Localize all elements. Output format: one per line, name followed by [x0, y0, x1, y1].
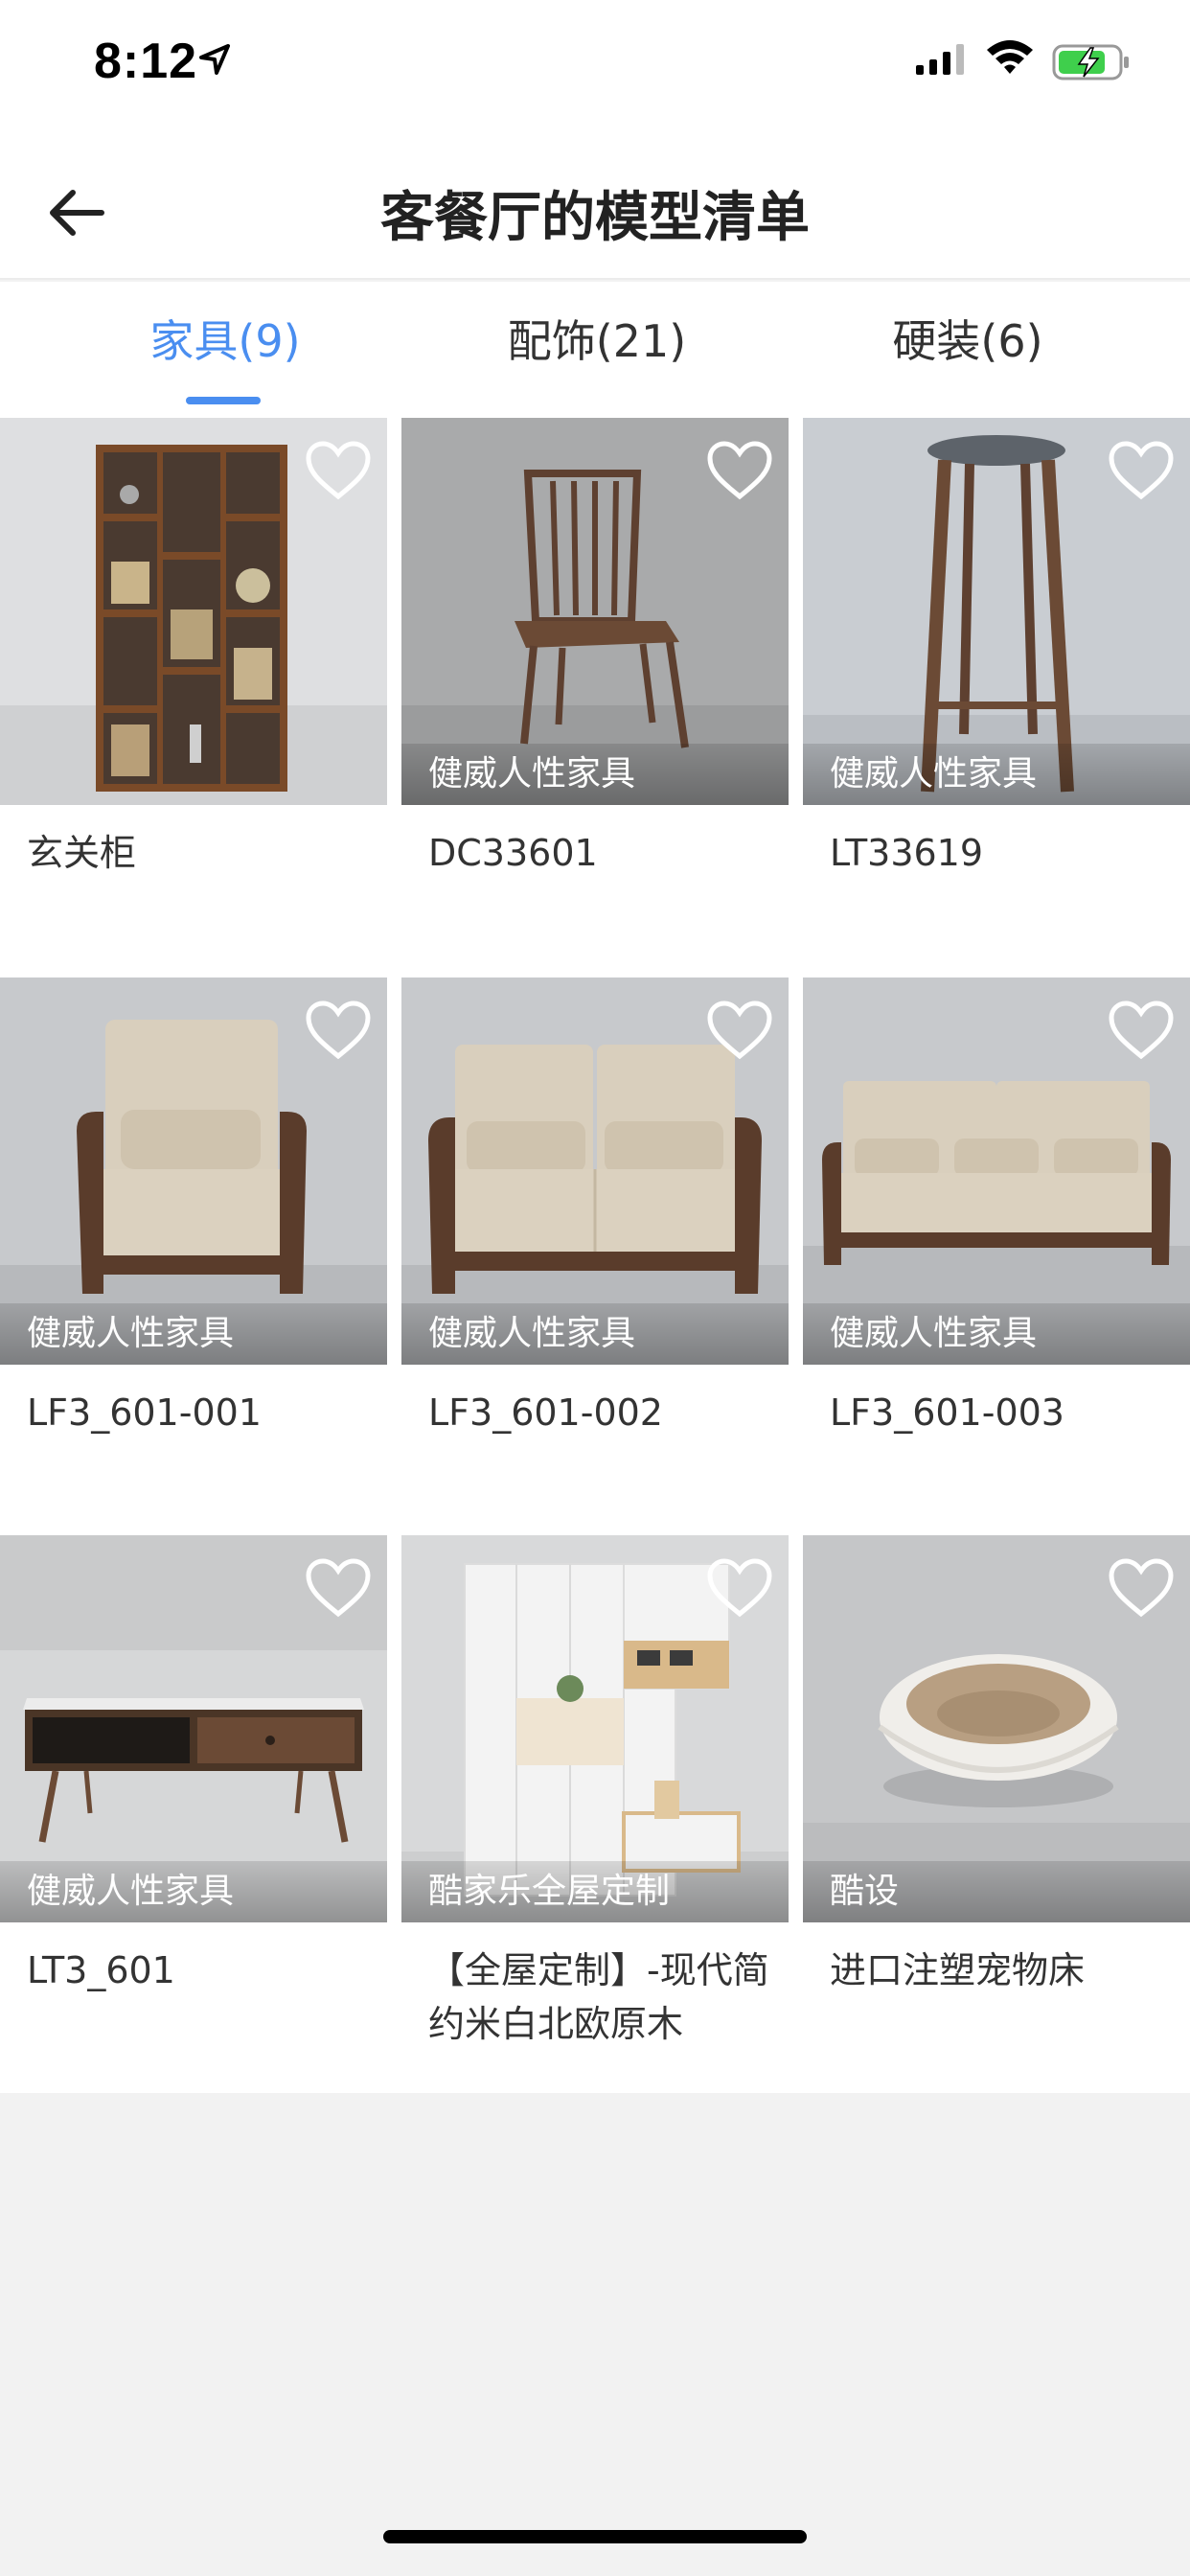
wifi-icon: [987, 40, 1033, 74]
model-grid: 玄关柜 健威人性家具 DC33601 健威人性家具 LT33619 健威人性家具…: [0, 410, 1190, 2093]
brand-label: 酷设: [803, 1861, 1190, 1922]
model-card[interactable]: 酷家乐全屋定制 【全屋定制】-现代简约米白北欧原木: [401, 1528, 789, 2085]
brand-label: 健威人性家具: [401, 744, 789, 805]
heart-icon[interactable]: [1108, 441, 1175, 500]
model-image-armchair: 健威人性家具: [0, 978, 387, 1365]
tab-accessories[interactable]: 配饰(21): [453, 307, 741, 370]
model-image-bookshelf: [0, 418, 387, 805]
model-title: LF3_601-003: [830, 1392, 1064, 1434]
model-card[interactable]: 健威人性家具 DC33601: [401, 410, 789, 968]
brand-label: 健威人性家具: [803, 744, 1190, 805]
tab-furniture[interactable]: 家具(9): [81, 307, 369, 370]
category-tabs: 家具(9) 配饰(21) 硬装(6): [0, 282, 1190, 410]
battery-charging-icon: [1052, 44, 1129, 80]
navigation-bar: 客餐厅的模型清单: [0, 126, 1190, 280]
heart-icon[interactable]: [706, 1558, 773, 1618]
heart-icon[interactable]: [706, 441, 773, 500]
model-image-wooden-chair: 健威人性家具: [401, 418, 789, 805]
model-card[interactable]: 健威人性家具 LF3_601-003: [803, 970, 1190, 1528]
model-card[interactable]: 健威人性家具 LT33619: [803, 410, 1190, 968]
model-image-coffee-table: 健威人性家具: [0, 1535, 387, 1922]
brand-label: 健威人性家具: [0, 1861, 387, 1922]
active-tab-indicator: [186, 397, 261, 404]
home-indicator[interactable]: [383, 2530, 807, 2543]
cellular-signal-icon: [916, 44, 964, 75]
model-image-pet-bed: 酷设: [803, 1535, 1190, 1922]
brand-label: 健威人性家具: [803, 1303, 1190, 1365]
model-card[interactable]: 玄关柜: [0, 410, 387, 968]
heart-icon[interactable]: [1108, 1000, 1175, 1060]
status-time: 8:12: [94, 34, 198, 89]
heart-icon[interactable]: [305, 1000, 372, 1060]
brand-label: 酷家乐全屋定制: [401, 1861, 789, 1922]
model-title: 进口注塑宠物床: [830, 1949, 1086, 1991]
model-image-three-seat-sofa: 健威人性家具: [803, 978, 1190, 1365]
model-title: LF3_601-002: [428, 1392, 663, 1434]
heart-icon[interactable]: [305, 1558, 372, 1618]
brand-label: 健威人性家具: [0, 1303, 387, 1365]
model-image-bar-stool: 健威人性家具: [803, 418, 1190, 805]
model-image-loveseat: 健威人性家具: [401, 978, 789, 1365]
model-title: DC33601: [428, 832, 598, 874]
page-title: 客餐厅的模型清单: [380, 187, 810, 249]
model-card[interactable]: 酷设 进口注塑宠物床: [803, 1528, 1190, 2085]
model-image-wardrobe-cabinet: 酷家乐全屋定制: [401, 1535, 789, 1922]
model-title: 玄关柜: [27, 832, 137, 874]
location-arrow-icon: [199, 44, 230, 75]
tab-hard-decoration[interactable]: 硬装(6): [824, 307, 1111, 370]
model-card[interactable]: 健威人性家具 LF3_601-001: [0, 970, 387, 1528]
brand-label: 健威人性家具: [401, 1303, 789, 1365]
model-title: LT3_601: [27, 1949, 175, 1991]
model-title: LF3_601-001: [27, 1392, 262, 1434]
model-title: 【全屋定制】-现代简约米白北欧原木: [428, 1949, 769, 2045]
heart-icon[interactable]: [706, 1000, 773, 1060]
model-card[interactable]: 健威人性家具 LT3_601: [0, 1528, 387, 2085]
model-title: LT33619: [830, 832, 984, 874]
heart-icon[interactable]: [1108, 1558, 1175, 1618]
status-bar: 8:12: [0, 0, 1190, 126]
model-card[interactable]: 健威人性家具 LF3_601-002: [401, 970, 789, 1528]
heart-icon[interactable]: [305, 441, 372, 500]
